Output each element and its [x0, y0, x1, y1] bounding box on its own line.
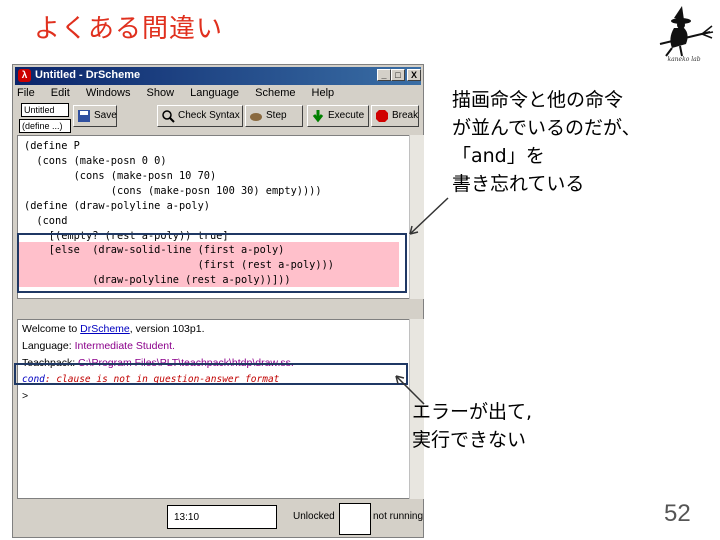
annotation-arrows [395, 197, 449, 405]
arrow-to-code [409, 197, 449, 235]
page-number: 52 [664, 500, 691, 527]
annotation-missing-and: 描画命令と他の命令 が並んでいるのだが、 「and」を 書き忘れている [452, 89, 641, 195]
annotation-error: エラーが出て, 実行できない [412, 401, 533, 451]
